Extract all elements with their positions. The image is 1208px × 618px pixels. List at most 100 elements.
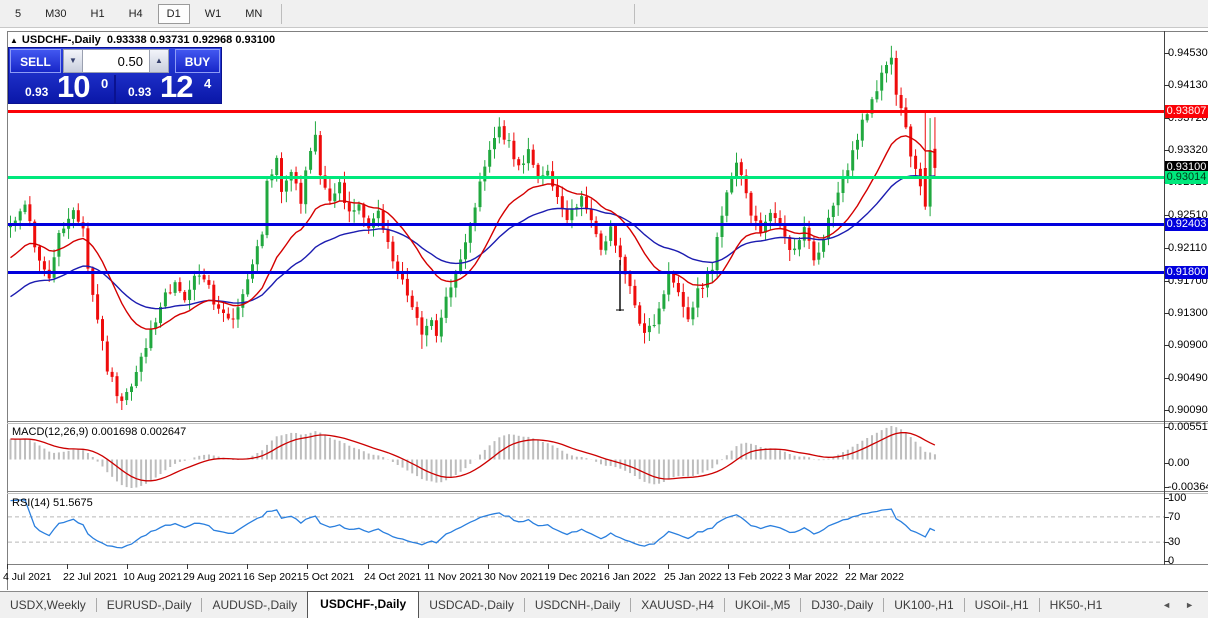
- price-axis-tick-label: 0.93320: [1168, 144, 1208, 156]
- chart-tab-dj30[interactable]: DJ30-,Daily: [801, 593, 883, 618]
- candle-body: [643, 323, 646, 333]
- timeframe-button-m30[interactable]: M30: [36, 4, 75, 24]
- candle-body: [701, 288, 704, 289]
- candle-body: [319, 135, 322, 175]
- candle-body: [285, 181, 288, 192]
- date-axis-label: 25 Jan 2022: [664, 571, 722, 583]
- ma-slow-line: [11, 176, 935, 309]
- candle-body: [178, 282, 181, 291]
- chart-tab-usdcad[interactable]: USDCAD-,Daily: [419, 593, 524, 618]
- timeframe-button-h4[interactable]: H4: [120, 4, 152, 24]
- candle-body: [783, 225, 786, 237]
- timeframe-button-mn[interactable]: MN: [236, 4, 271, 24]
- sell-price-display[interactable]: 0.93 10 0: [9, 75, 114, 104]
- candle-body: [406, 279, 409, 296]
- candle-body: [861, 120, 864, 141]
- date-axis-tick: [668, 564, 669, 569]
- candle-body: [469, 224, 472, 243]
- candle-body: [687, 307, 690, 319]
- candle-body: [532, 150, 535, 165]
- candle-body: [498, 127, 501, 138]
- horizontal-level-line-2[interactable]: [8, 223, 1164, 226]
- horizontal-level-line-3[interactable]: [8, 271, 1164, 274]
- chart-tab-usoil[interactable]: USOil-,H1: [965, 593, 1039, 618]
- chart-tab-eurusd[interactable]: EURUSD-,Daily: [97, 593, 202, 618]
- toolbar-separator: [634, 4, 635, 24]
- date-axis-label: 5 Oct 2021: [303, 571, 354, 583]
- candle-body: [459, 260, 462, 272]
- chart-tab-hk50[interactable]: HK50-,H1: [1040, 593, 1113, 618]
- candle-body: [512, 141, 515, 159]
- caret-up-icon: ▲: [155, 56, 163, 65]
- candle-body: [691, 308, 694, 320]
- price-axis-tick-label: 0.94130: [1168, 79, 1208, 91]
- date-axis-tick: [728, 564, 729, 569]
- candle-body: [198, 276, 201, 277]
- sell-button[interactable]: SELL: [10, 49, 61, 73]
- candle-body: [19, 211, 22, 220]
- macd-axis-tick-label: 0.005514: [1168, 421, 1208, 433]
- rsi-pane[interactable]: [8, 494, 1164, 564]
- chart-tab-usdchf[interactable]: USDCHF-,Daily: [307, 591, 419, 618]
- symbol-period-label: USDCHF-,Daily: [22, 34, 101, 46]
- chart-tab-usdcnh[interactable]: USDCNH-,Daily: [525, 593, 630, 618]
- candle-body: [377, 211, 380, 219]
- pane-splitter-2a[interactable]: [7, 491, 1208, 492]
- horizontal-level-line-0[interactable]: [8, 110, 1164, 113]
- timeframe-button-d1[interactable]: D1: [158, 4, 190, 24]
- volume-input[interactable]: 0.50: [83, 49, 149, 73]
- candle-body: [522, 164, 525, 165]
- candle-body: [556, 186, 559, 197]
- date-axis-tick: [548, 564, 549, 569]
- candle-body: [537, 165, 540, 177]
- candle-body: [338, 182, 341, 193]
- candle-body: [604, 241, 607, 250]
- candle-body: [585, 197, 588, 210]
- candle-body: [387, 229, 390, 242]
- rsi-axis-tick-label: 30: [1168, 536, 1180, 548]
- candle-body: [43, 261, 46, 269]
- candle-body: [125, 392, 128, 400]
- chart-tab-usdx[interactable]: USDX,Weekly: [0, 593, 96, 618]
- candle-body: [580, 196, 583, 207]
- date-axis-tick: [247, 564, 248, 569]
- chart-tab-uk100[interactable]: UK100-,H1: [884, 593, 963, 618]
- candle-body: [227, 314, 230, 319]
- candle-body: [411, 296, 414, 307]
- tab-scroll-right-icon[interactable]: ►: [1185, 600, 1194, 610]
- candle-body: [706, 273, 709, 288]
- date-axis-label: 30 Nov 2021: [484, 571, 544, 583]
- chart-tab-ukoil[interactable]: UKOil-,M5: [725, 593, 800, 618]
- candle-body: [817, 253, 820, 260]
- candle-body: [391, 242, 394, 262]
- chart-tab-xauusd[interactable]: XAUUSD-,H4: [631, 593, 724, 618]
- candle-body: [193, 276, 196, 290]
- buy-price-display[interactable]: 0.93 12 4: [116, 75, 221, 104]
- chart-tab-audusd[interactable]: AUDUSD-,Daily: [202, 593, 307, 618]
- tab-scroll-left-icon[interactable]: ◄: [1162, 600, 1171, 610]
- macd-signal-line: [11, 433, 935, 481]
- candle-body: [130, 387, 133, 393]
- timeframe-button-h1[interactable]: H1: [82, 4, 114, 24]
- date-axis-tick: [849, 564, 850, 569]
- horizontal-level-line-1[interactable]: [8, 176, 1164, 179]
- candle-body: [890, 58, 893, 65]
- candle-body: [96, 294, 99, 319]
- date-axis-tick: [127, 564, 128, 569]
- rsi-line: [11, 500, 935, 548]
- collapse-ohlc-icon[interactable]: ▲: [10, 36, 18, 45]
- timeframe-button-w1[interactable]: W1: [196, 4, 231, 24]
- candle-body: [914, 156, 917, 169]
- price-level-label: 0.92403: [1165, 218, 1208, 231]
- date-axis-label: 4 Jul 2021: [3, 571, 51, 583]
- candle-body: [135, 372, 138, 386]
- candle-body: [174, 282, 177, 293]
- timeframe-button-5[interactable]: 5: [6, 4, 30, 24]
- candle-body: [86, 228, 89, 268]
- pane-splitter-1a[interactable]: [7, 421, 1208, 422]
- candle-body: [106, 342, 109, 372]
- candle-body: [449, 287, 452, 297]
- candle-body: [880, 73, 883, 91]
- date-axis-label: 22 Mar 2022: [845, 571, 904, 583]
- candle-body: [493, 138, 496, 149]
